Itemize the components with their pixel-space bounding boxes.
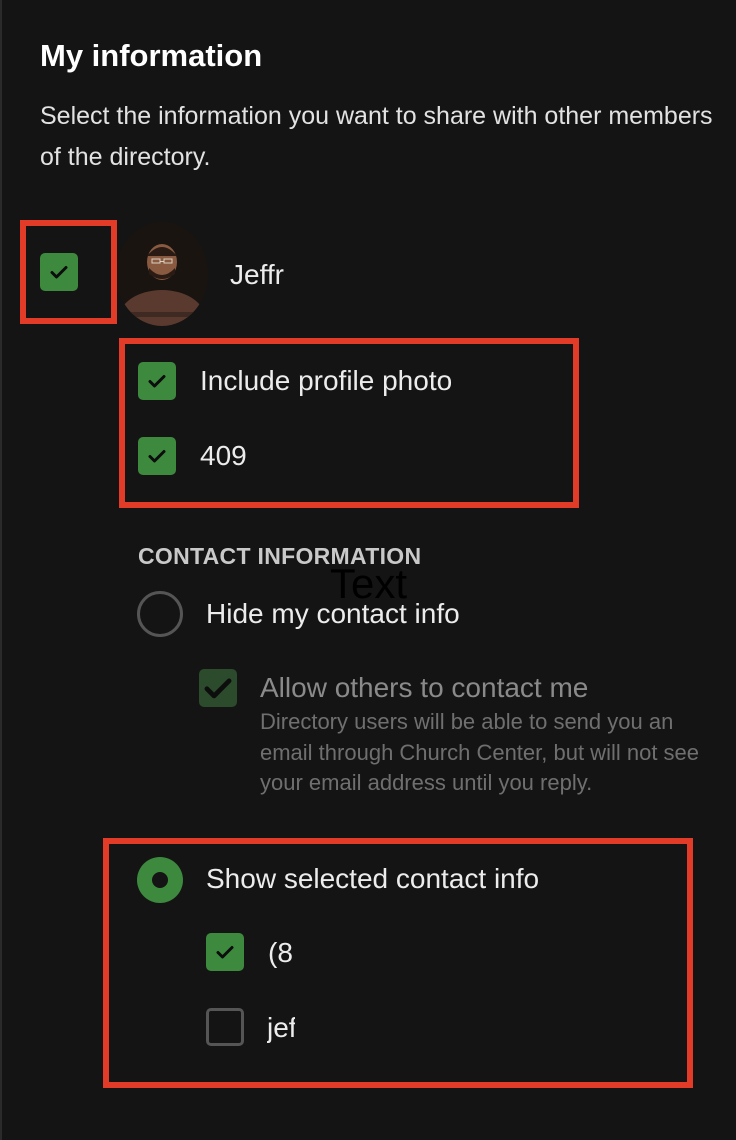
check-icon bbox=[50, 266, 68, 279]
check-icon bbox=[204, 678, 232, 699]
include-photo-checkbox[interactable] bbox=[138, 362, 176, 400]
page: My information Select the information yo… bbox=[0, 0, 736, 1140]
show-contact-radio[interactable] bbox=[137, 857, 183, 903]
page-title: My information bbox=[40, 38, 263, 73]
avatar bbox=[116, 222, 208, 326]
annotation-box-options bbox=[119, 338, 579, 508]
check-icon bbox=[148, 375, 166, 388]
contact-item-email-label: jef bbox=[267, 1012, 295, 1043]
phone-prefix-label: 409 bbox=[200, 440, 247, 471]
check-icon bbox=[148, 450, 166, 463]
profile-checkbox[interactable] bbox=[40, 253, 78, 291]
contact-item-phone-checkbox[interactable] bbox=[206, 933, 244, 971]
hide-contact-label: Hide my contact info bbox=[206, 598, 460, 629]
allow-contact-label: Allow others to contact me bbox=[260, 672, 589, 703]
show-contact-label: Show selected contact info bbox=[206, 863, 540, 894]
phone-prefix-checkbox[interactable] bbox=[138, 437, 176, 475]
page-description: Select the information you want to share… bbox=[40, 102, 713, 171]
contact-item-phone-label: (8 bbox=[268, 937, 293, 968]
contact-item-email-checkbox[interactable] bbox=[206, 1008, 244, 1046]
allow-contact-help: Directory users will be able to send you… bbox=[260, 709, 700, 795]
left-divider bbox=[0, 0, 2, 1140]
include-photo-label: Include profile photo bbox=[200, 365, 453, 396]
profile-name: Jeffr bbox=[230, 259, 284, 290]
check-icon bbox=[216, 946, 234, 959]
profile-photo-icon bbox=[116, 222, 208, 326]
radio-dot bbox=[152, 872, 168, 888]
hide-contact-radio[interactable] bbox=[137, 591, 183, 637]
allow-contact-checkbox[interactable] bbox=[199, 669, 237, 707]
